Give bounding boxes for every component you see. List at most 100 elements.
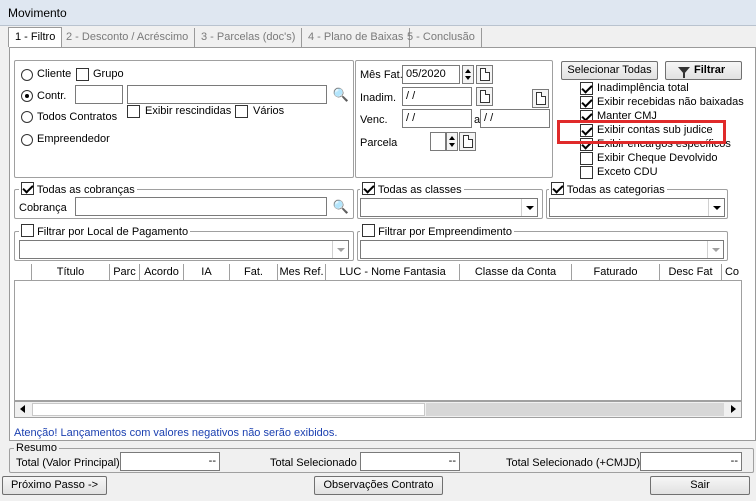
- horizontal-scrollbar[interactable]: [14, 401, 742, 418]
- mes-fat-input[interactable]: 05/2020: [402, 65, 460, 84]
- empreendimento-legend: Filtrar por Empreendimento: [360, 224, 514, 238]
- venc-from-input[interactable]: / /: [402, 109, 472, 128]
- contr-radio[interactable]: [21, 90, 33, 102]
- grid-header: Título Parc Acordo IA Fat. Mes Ref. LUC …: [14, 264, 742, 281]
- empreendimento-checkbox[interactable]: [362, 224, 375, 237]
- grid-col-parc[interactable]: Parc: [110, 264, 140, 281]
- empreendedor-radio[interactable]: [21, 134, 33, 146]
- classes-group: Todas as classes: [357, 182, 543, 219]
- grid-col-co[interactable]: Co: [722, 264, 742, 281]
- grupo-checkbox[interactable]: [76, 68, 89, 81]
- option-exceto-cdu-label: Exceto CDU: [597, 166, 658, 178]
- classes-checkbox[interactable]: [362, 182, 375, 195]
- grid-col-acordo[interactable]: Acordo: [140, 264, 184, 281]
- cobranca-input[interactable]: [75, 197, 327, 216]
- venc-label: Venc.: [360, 114, 388, 126]
- option-cheque-label: Exibir Cheque Devolvido: [597, 152, 718, 164]
- grid-col-desc-fat[interactable]: Desc Fat: [660, 264, 722, 281]
- classes-legend-label: Todas as classes: [377, 184, 462, 196]
- parcela-input[interactable]: [430, 132, 446, 151]
- tab-desconto[interactable]: 2 - Desconto / Acréscimo: [60, 28, 196, 47]
- classes-select[interactable]: [360, 198, 538, 217]
- categorias-checkbox[interactable]: [551, 182, 564, 195]
- parcela-spinner[interactable]: [446, 132, 458, 151]
- exibir-rescindidas-checkbox[interactable]: [127, 105, 140, 118]
- proximo-passo-button[interactable]: Próximo Passo ->: [2, 476, 107, 495]
- parcela-page-button[interactable]: [459, 132, 476, 151]
- chevron-down-icon[interactable]: [332, 241, 348, 258]
- scroll-track[interactable]: [426, 403, 724, 416]
- page-icon: [463, 135, 473, 148]
- local-pagamento-checkbox[interactable]: [21, 224, 34, 237]
- cobrancas-checkbox[interactable]: [21, 182, 34, 195]
- scroll-right-icon[interactable]: [731, 405, 736, 413]
- warning-text: Atenção! Lançamentos com valores negativ…: [14, 427, 338, 439]
- contract-name-input[interactable]: [127, 85, 327, 104]
- total-principal-label: Total (Valor Principal): [16, 457, 120, 469]
- grid-body[interactable]: [14, 281, 742, 401]
- empreendimento-select[interactable]: [360, 240, 724, 259]
- inadim-extra-button[interactable]: [532, 89, 549, 108]
- cliente-label: Cliente: [37, 68, 72, 80]
- venc-to-input[interactable]: / /: [480, 109, 550, 128]
- tab-plano-baixas[interactable]: 4 - Plano de Baixas: [302, 28, 411, 47]
- chevron-down-icon[interactable]: [707, 241, 723, 258]
- option-recebidas-checkbox[interactable]: [580, 96, 593, 109]
- total-selecionado-cmjd-value: --: [640, 452, 742, 471]
- local-pagamento-select[interactable]: [19, 240, 349, 259]
- client-selection-group: Cliente Grupo Contr. 🔍 Exibir rescindida…: [14, 60, 354, 178]
- observacoes-contrato-button[interactable]: Observações Contrato: [314, 476, 443, 495]
- binoculars-search-icon[interactable]: 🔍: [331, 85, 351, 105]
- tab-conclusao[interactable]: 5 - Conclusão: [401, 28, 482, 47]
- cliente-radio[interactable]: [21, 69, 33, 81]
- grid-col-select[interactable]: [14, 264, 32, 281]
- varios-checkbox[interactable]: [235, 105, 248, 118]
- filter-button[interactable]: Filtrar: [665, 61, 742, 80]
- categorias-select[interactable]: [549, 198, 725, 217]
- scroll-left-icon[interactable]: [20, 405, 25, 413]
- total-selecionado-value: --: [360, 452, 460, 471]
- sair-button[interactable]: Sair: [650, 476, 750, 495]
- dates-group: Mês Fat. 05/2020 Inadim. / / Venc. / / a…: [355, 60, 553, 178]
- chevron-down-icon[interactable]: [521, 199, 537, 216]
- grid-col-classe[interactable]: Classe da Conta: [460, 264, 572, 281]
- grid-col-titulo[interactable]: Título: [32, 264, 110, 281]
- grupo-label: Grupo: [93, 68, 124, 80]
- filter-button-label: Filtrar: [694, 64, 726, 76]
- grid-col-fat[interactable]: Fat.: [230, 264, 278, 281]
- total-selecionado-label: Total Selecionado: [270, 457, 357, 469]
- todos-contratos-radio[interactable]: [21, 111, 33, 123]
- exibir-rescindidas-label: Exibir rescindidas: [145, 105, 232, 117]
- mes-fat-calendar-button[interactable]: [476, 65, 493, 84]
- grid-col-mes-ref[interactable]: Mes Ref.: [278, 264, 326, 281]
- option-inadimplencia-label: Inadimplência total: [597, 82, 689, 94]
- categorias-legend-label: Todas as categorias: [566, 184, 665, 196]
- option-exceto-cdu-checkbox[interactable]: [580, 166, 593, 179]
- inadim-label: Inadim.: [360, 92, 397, 104]
- grid-col-luc[interactable]: LUC - Nome Fantasia: [326, 264, 460, 281]
- window-titlebar: Movimento: [0, 0, 756, 26]
- tab-filtro[interactable]: 1 - Filtro: [8, 27, 63, 47]
- binoculars-search-icon[interactable]: 🔍: [331, 197, 351, 217]
- option-inadimplencia-checkbox[interactable]: [580, 82, 593, 95]
- empreendimento-legend-label: Filtrar por Empreendimento: [378, 226, 512, 238]
- inadim-calendar-button[interactable]: [476, 87, 493, 106]
- mes-fat-spinner[interactable]: [462, 65, 474, 84]
- contract-code-input[interactable]: [75, 85, 123, 104]
- parcela-label: Parcela: [360, 137, 398, 149]
- categorias-legend: Todas as categorias: [549, 182, 667, 196]
- local-pagamento-group: Filtrar por Local de Pagamento: [14, 224, 354, 261]
- mes-fat-label: Mês Fat.: [360, 69, 403, 81]
- chevron-down-icon[interactable]: [708, 199, 724, 216]
- inadim-input[interactable]: / /: [402, 87, 472, 106]
- grid-col-faturado[interactable]: Faturado: [572, 264, 660, 281]
- scroll-thumb[interactable]: [32, 403, 425, 416]
- page-icon: [480, 90, 490, 103]
- cobrancas-legend: Todas as cobranças: [19, 182, 137, 196]
- option-cheque-checkbox[interactable]: [580, 152, 593, 165]
- select-all-button[interactable]: Selecionar Todas: [561, 61, 658, 80]
- empreendimento-group: Filtrar por Empreendimento: [357, 224, 728, 261]
- grid-col-ia[interactable]: IA: [184, 264, 230, 281]
- tab-parcelas[interactable]: 3 - Parcelas (doc's): [195, 28, 303, 47]
- total-selecionado-cmjd-label: Total Selecionado (+CMJD): [506, 457, 641, 469]
